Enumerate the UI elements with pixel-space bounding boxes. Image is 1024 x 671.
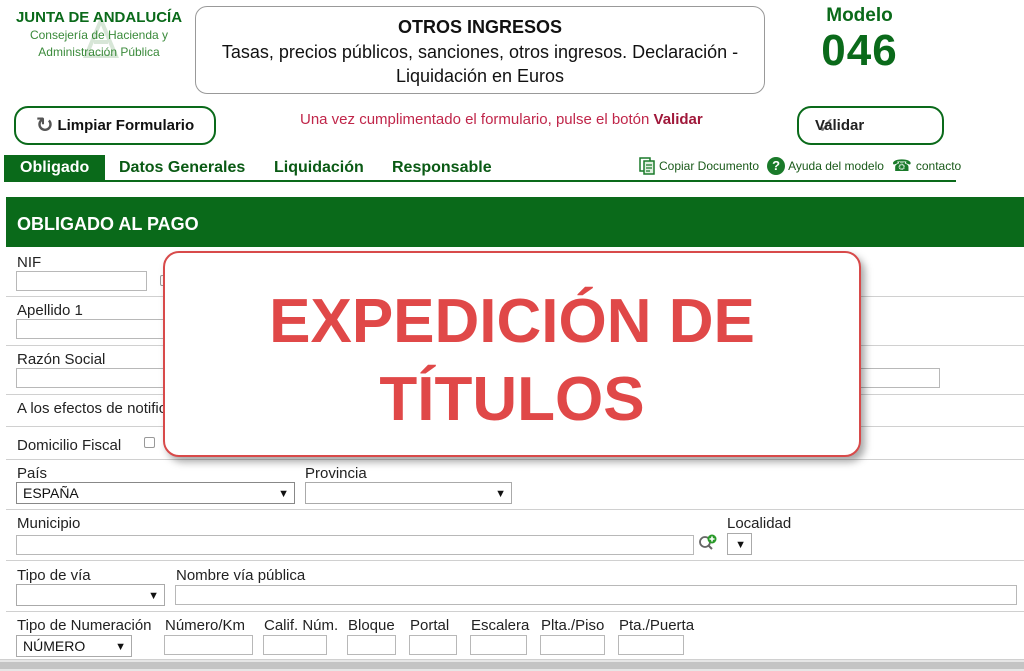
modelo-number: 046 (821, 26, 898, 75)
pta-puerta-input[interactable] (618, 635, 684, 655)
horizontal-scrollbar[interactable] (0, 659, 1024, 671)
section-title: OBLIGADO AL PAGO (6, 197, 1024, 247)
bloque-label: Bloque (348, 617, 395, 634)
nif-input[interactable] (16, 271, 147, 291)
notice-text: Una vez cumplimentado el formulario, pul… (300, 111, 654, 128)
dropdown-arrow-icon: ▼ (495, 488, 506, 500)
portal-label: Portal (410, 617, 450, 634)
plta-piso-input[interactable] (540, 635, 605, 655)
provincia-label: Provincia (305, 465, 367, 482)
numero-km-label: Número/Km (165, 617, 246, 634)
notice-strong: Validar (653, 111, 703, 128)
calif-num-input[interactable] (263, 635, 327, 655)
scrollbar-thumb[interactable] (0, 662, 1024, 669)
domicilio-fiscal-checkbox[interactable] (144, 437, 155, 448)
numero-km-input[interactable] (164, 635, 253, 655)
escalera-label: Escalera (471, 617, 530, 634)
row-separator (6, 509, 1024, 510)
phone-icon: ☎ (891, 158, 912, 175)
tipo-numeracion-value: NÚMERO (23, 638, 86, 654)
row-separator (6, 459, 1024, 460)
pais-select[interactable]: ESPAÑA ▼ (16, 482, 295, 504)
dropdown-arrow-icon: ▼ (278, 488, 289, 500)
pta-puerta-label: Pta./Puerta (619, 617, 695, 634)
row-separator (6, 611, 1024, 612)
help-link[interactable]: ? Ayuda del modelo (767, 157, 884, 175)
tipo-via-label: Tipo de vía (17, 567, 91, 584)
org-name: JUNTA DE ANDALUCÍA (15, 9, 183, 26)
modelo-label: Modelo (826, 5, 893, 26)
overlay-line-1: EXPEDICIÓN DE (269, 287, 755, 356)
help-label: Ayuda del modelo (788, 159, 884, 173)
bloque-input[interactable] (347, 635, 396, 655)
search-municipio-icon[interactable] (698, 533, 718, 553)
tab-responsable[interactable]: Responsable (392, 155, 492, 180)
provincia-select[interactable]: ▼ (305, 482, 512, 504)
junta-logo: JUNTA DE ANDALUCÍA Consejería de Haciend… (14, 6, 194, 66)
tab-datos-generales[interactable]: Datos Generales (119, 155, 245, 180)
copy-document-label: Copiar Documento (659, 159, 760, 173)
toolbar-links: Copiar Documento ? Ayuda del modelo ☎ co… (638, 156, 961, 176)
municipio-input[interactable] (16, 535, 694, 555)
form-subtitle: Tasas, precios públicos, sanciones, otro… (221, 42, 739, 86)
copy-document-icon (639, 157, 655, 175)
validate-button[interactable]: ✓ Validar (797, 106, 944, 145)
pais-label: País (17, 465, 48, 482)
overlay-banner: EXPEDICIÓN DE TÍTULOS (163, 251, 861, 457)
form-title: OTROS INGRESOS (397, 17, 563, 37)
clear-form-label: Limpiar Formulario (57, 117, 195, 134)
validation-notice: Una vez cumplimentado el formulario, pul… (300, 111, 720, 128)
form-title-box: OTROS INGRESOS Tasas, precios públicos, … (195, 6, 765, 94)
localidad-label: Localidad (727, 515, 792, 532)
org-sub-2: Administración Pública (38, 45, 160, 59)
contact-link[interactable]: ☎ contacto (892, 156, 961, 176)
dropdown-arrow-icon: ▼ (735, 539, 746, 551)
clear-form-button[interactable]: ↻ Limpiar Formulario (14, 106, 216, 145)
dropdown-arrow-icon: ▼ (115, 641, 126, 653)
tipo-numeracion-select[interactable]: NÚMERO ▼ (16, 635, 132, 657)
nombre-via-label: Nombre vía pública (176, 567, 306, 584)
plta-piso-label: Plta./Piso (541, 617, 605, 634)
domicilio-fiscal-label: Domicilio Fiscal (17, 437, 122, 454)
help-icon: ? (767, 157, 786, 175)
tipo-numeracion-label: Tipo de Numeración (17, 617, 152, 634)
copy-document-link[interactable]: Copiar Documento (638, 157, 759, 175)
nif-label: NIF (17, 254, 42, 271)
escalera-input[interactable] (470, 635, 527, 655)
tab-liquidacion[interactable]: Liquidación (274, 155, 364, 180)
nombre-via-input[interactable] (175, 585, 1017, 605)
calif-num-label: Calif. Núm. (264, 617, 339, 634)
portal-input[interactable] (409, 635, 457, 655)
apellido1-input[interactable] (16, 319, 166, 339)
municipio-label: Municipio (17, 515, 81, 532)
refresh-icon: ↻ (35, 114, 54, 137)
notification-label: A los efectos de notific (17, 400, 167, 417)
localidad-select[interactable]: ▼ (727, 533, 752, 555)
razon-social-label: Razón Social (17, 351, 106, 368)
tab-obligado[interactable]: Obligado (4, 155, 106, 180)
validate-label: Validar (815, 117, 865, 134)
dropdown-arrow-icon: ▼ (148, 590, 159, 602)
apellido1-label: Apellido 1 (17, 302, 83, 319)
overlay-line-2: TÍTULOS (379, 365, 645, 434)
row-separator (6, 560, 1024, 561)
org-sub-1: Consejería de Hacienda y (29, 28, 169, 42)
tipo-via-select[interactable]: ▼ (16, 584, 165, 606)
contact-label: contacto (915, 159, 962, 173)
pais-value: ESPAÑA (23, 485, 79, 501)
